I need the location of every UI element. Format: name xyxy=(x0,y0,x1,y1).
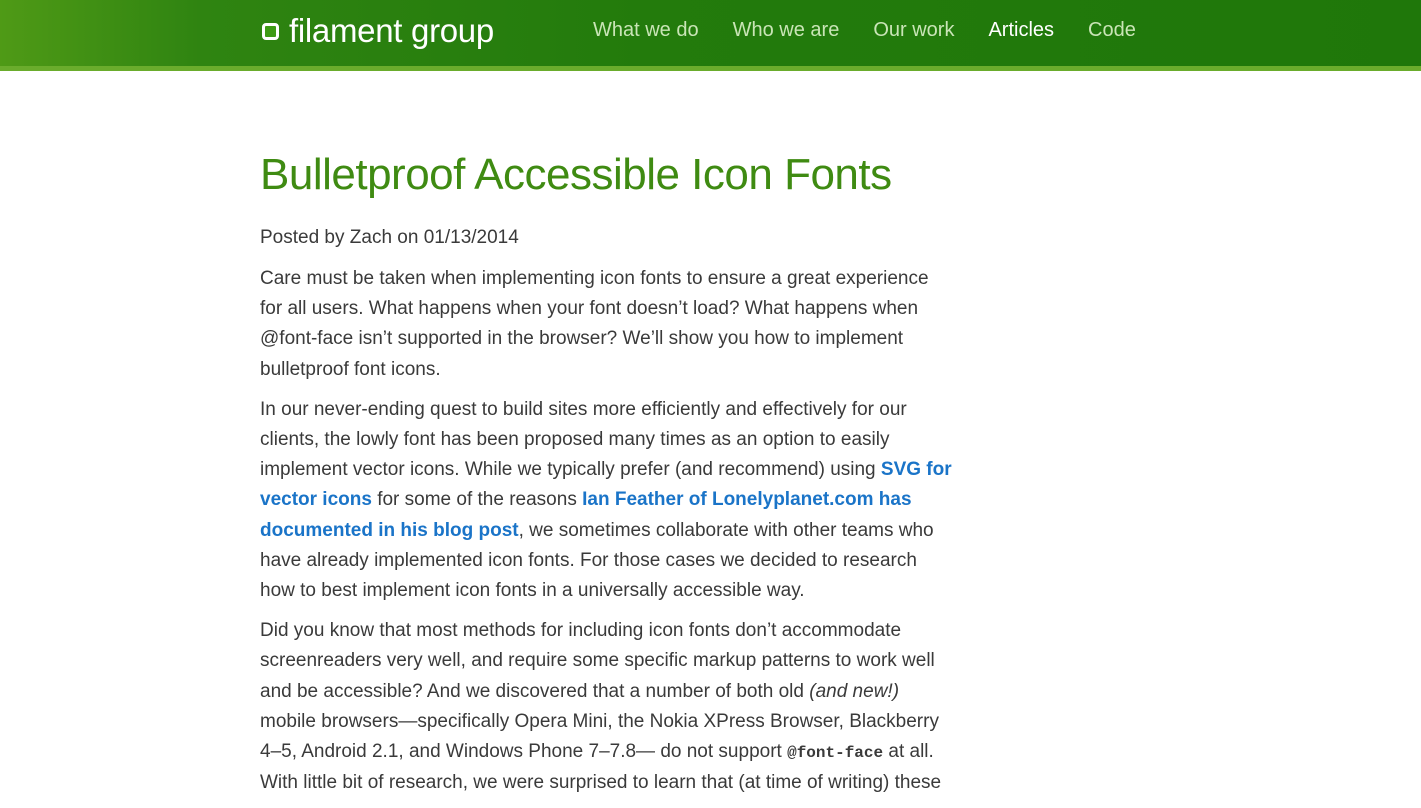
logo-text: filament group xyxy=(289,12,494,49)
paragraph-3: Did you know that most methods for inclu… xyxy=(260,616,955,798)
site-header: filament group What we do Who we are Our… xyxy=(0,0,1421,71)
nav-what-we-do[interactable]: What we do xyxy=(593,16,699,44)
p3-emphasis: (and new!) xyxy=(809,680,900,702)
paragraph-2: In our never-ending quest to build sites… xyxy=(260,395,955,606)
nav-code[interactable]: Code xyxy=(1088,16,1136,44)
p2-text-2: for some of the reasons xyxy=(371,489,583,511)
font-face-code: @font-face xyxy=(787,744,884,763)
logo-link[interactable]: filament group xyxy=(262,11,494,51)
main-nav: What we do Who we are Our work Articles … xyxy=(593,16,1170,44)
p2-text-1: In our never-ending quest to build sites… xyxy=(260,398,907,481)
nav-who-we-are[interactable]: Who we are xyxy=(733,16,840,44)
nav-our-work[interactable]: Our work xyxy=(873,16,954,44)
intro-paragraph: Care must be taken when implementing ico… xyxy=(260,268,929,380)
nav-articles[interactable]: Articles xyxy=(988,16,1054,44)
article-content: Bulletproof Accessible Icon Fonts Posted… xyxy=(260,148,955,808)
article-byline: Posted by Zach on 01/13/2014 xyxy=(260,227,519,248)
article-title: Bulletproof Accessible Icon Fonts xyxy=(260,150,892,199)
logo-square-icon xyxy=(262,22,279,40)
